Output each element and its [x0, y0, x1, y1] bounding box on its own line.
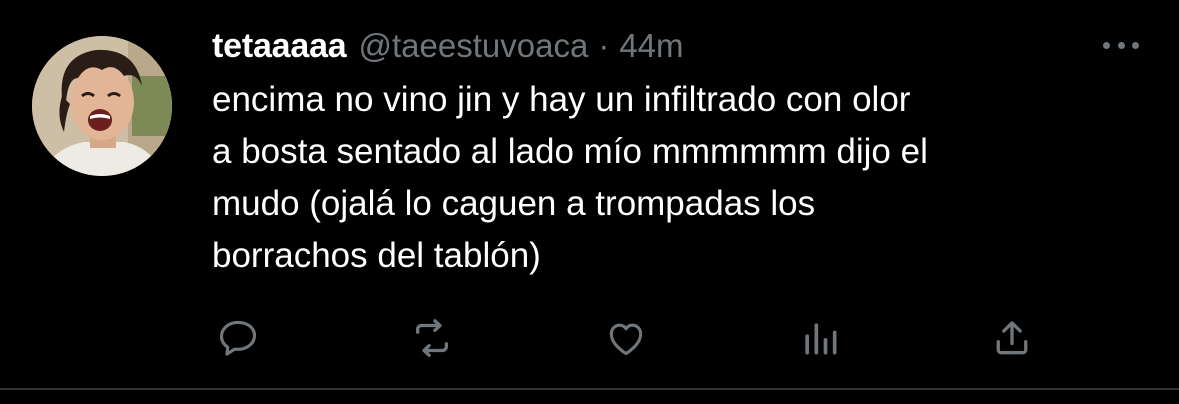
analytics-button[interactable]: [796, 314, 844, 362]
tweet-header: tetaaaaa @taeestuvoaca · 44m: [212, 22, 1139, 70]
tweet-text-line: borrachos del tablón): [212, 236, 541, 275]
user-handle[interactable]: @taeestuvoaca: [359, 27, 589, 65]
avatar-image: [32, 36, 172, 176]
divider: [0, 388, 1179, 390]
action-bar: [212, 314, 1042, 364]
avatar[interactable]: [32, 36, 172, 176]
like-button[interactable]: [602, 314, 650, 362]
retweet-icon: [415, 319, 449, 357]
analytics-icon: [805, 323, 837, 355]
tweet-text-line: a bosta sentado al lado mío mmmmmm dijo …: [212, 132, 928, 171]
reply-icon: [219, 320, 257, 356]
heart-icon: [609, 323, 643, 356]
share-button[interactable]: [988, 314, 1036, 362]
tweet-text-line: mudo (ojalá lo caguen a trompadas los: [212, 184, 816, 223]
more-options-icon[interactable]: [1103, 32, 1139, 58]
separator: ·: [598, 27, 610, 64]
retweet-button[interactable]: [408, 314, 456, 362]
tweet-text: encima no vino jin y hay un infiltrado c…: [212, 74, 1142, 282]
tweet[interactable]: tetaaaaa @taeestuvoaca · 44m encima no v…: [0, 0, 1179, 404]
share-icon: [996, 321, 1028, 355]
tweet-text-line: encima no vino jin y hay un infiltrado c…: [212, 80, 911, 119]
reply-button[interactable]: [214, 314, 262, 362]
display-name[interactable]: tetaaaaa: [212, 27, 347, 66]
timestamp[interactable]: 44m: [619, 27, 683, 65]
